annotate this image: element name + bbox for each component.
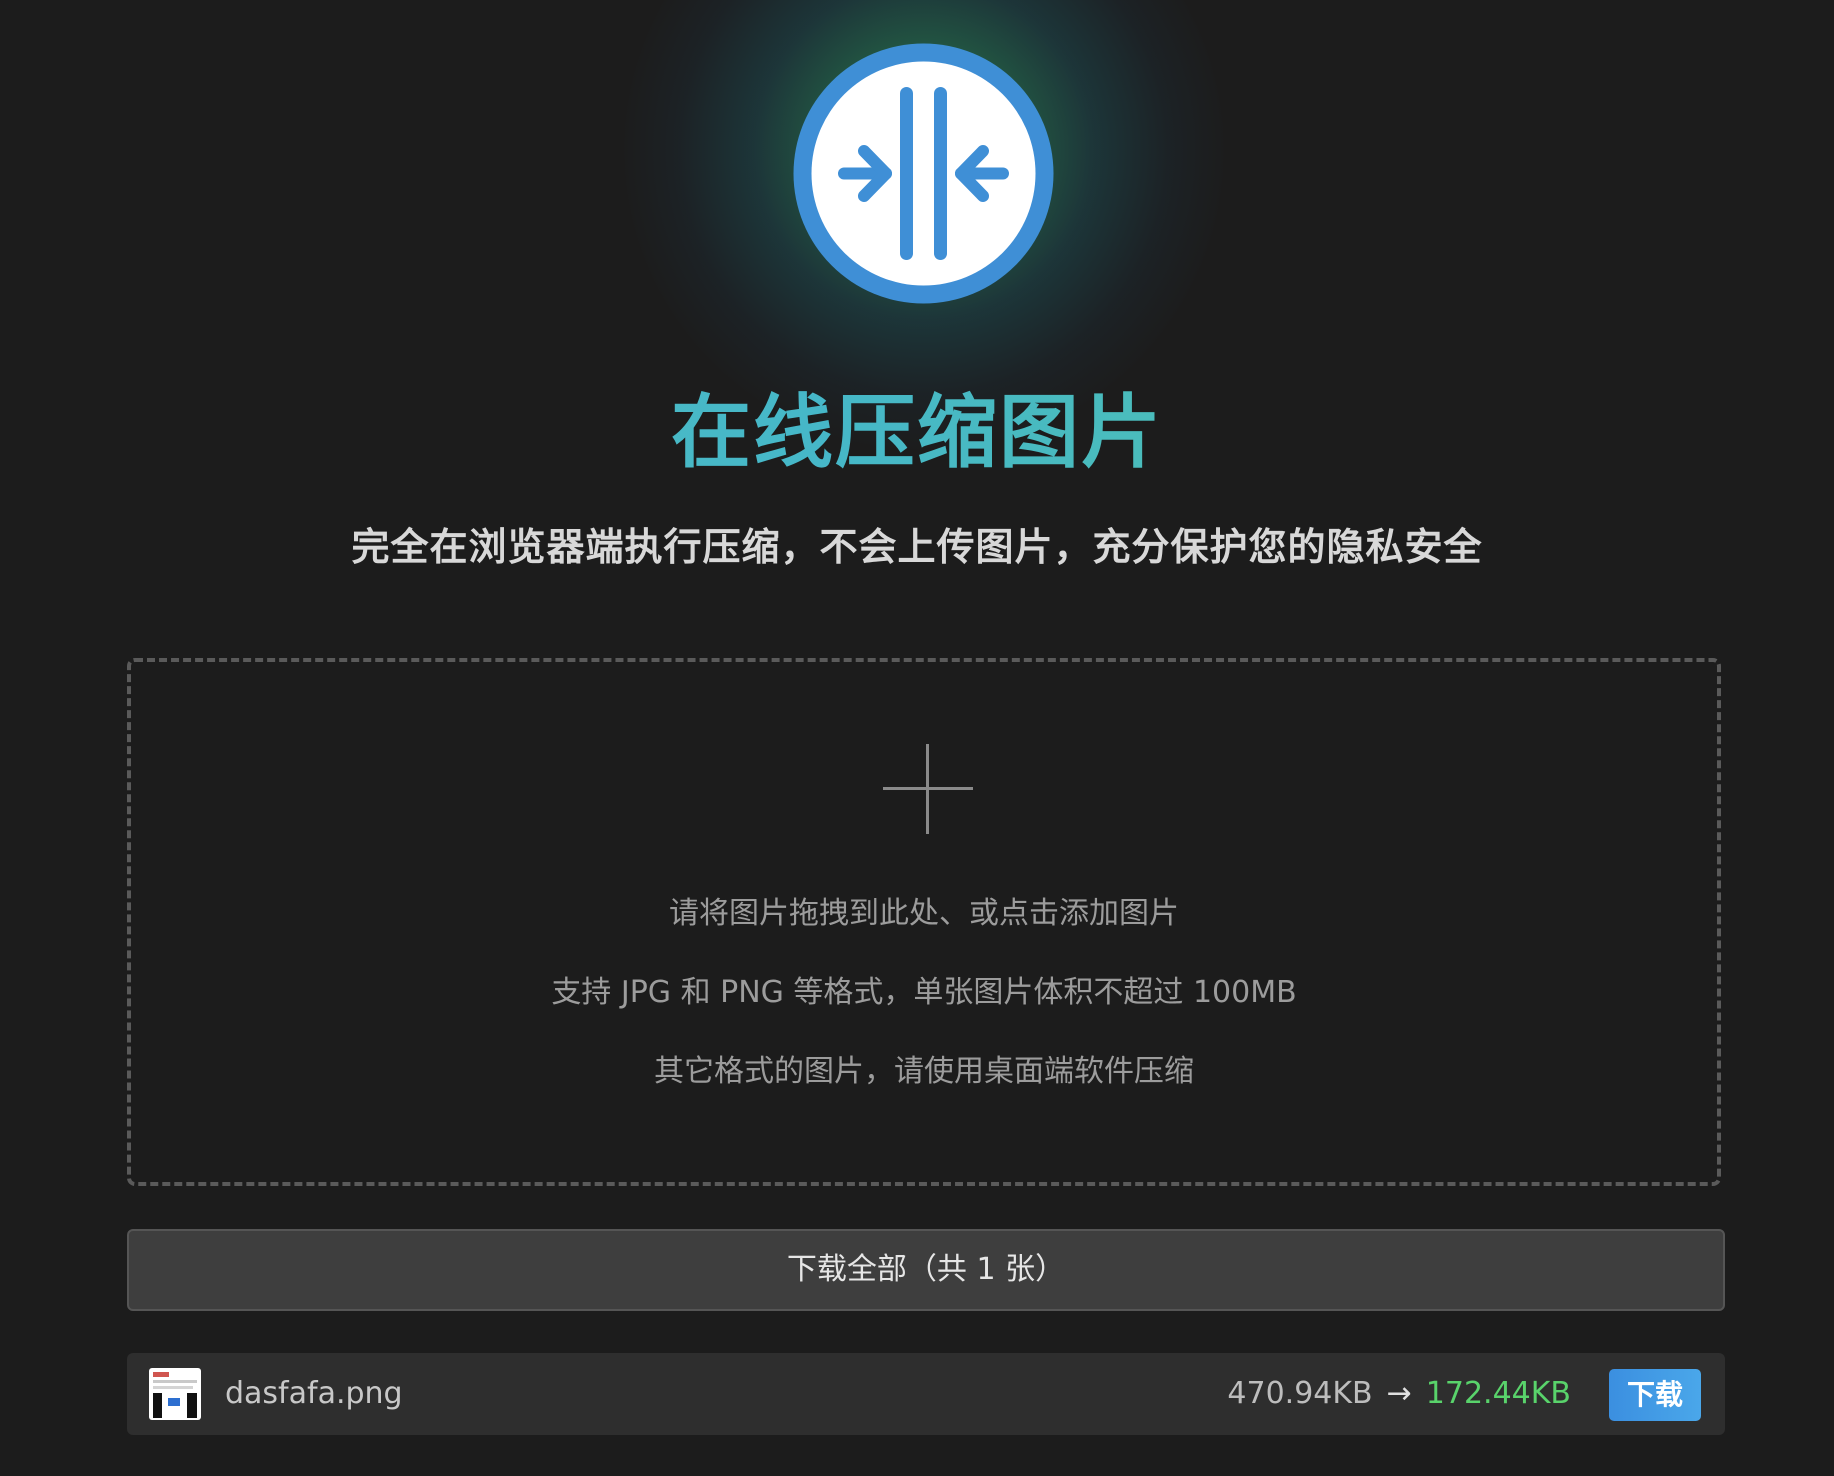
- compressed-size: 172.44KB: [1425, 1376, 1571, 1411]
- page-title: 在线压缩图片: [0, 385, 1834, 481]
- dropzone-format-info: 支持 JPG 和 PNG 等格式，单张图片体积不超过 100MB: [551, 975, 1297, 1010]
- file-list-item: dasfafa.png 470.94KB → 172.44KB 下载: [127, 1353, 1725, 1435]
- plus-icon: [883, 744, 973, 834]
- dropzone-instruction: 请将图片拖拽到此处、或点击添加图片: [669, 896, 1179, 931]
- arrow-right-icon: →: [1386, 1376, 1412, 1411]
- dropzone-other-format-note: 其它格式的图片，请使用桌面端软件压缩: [654, 1054, 1194, 1089]
- download-button[interactable]: 下载: [1609, 1369, 1701, 1421]
- page: 在线压缩图片 完全在浏览器端执行压缩，不会上传图片，充分保护您的隐私安全 请将图…: [0, 0, 1834, 1476]
- file-name: dasfafa.png: [225, 1376, 403, 1411]
- compress-arrows-icon: [793, 43, 1054, 304]
- page-subtitle: 完全在浏览器端执行压缩，不会上传图片，充分保护您的隐私安全: [351, 525, 1483, 569]
- file-size-info: 470.94KB → 172.44KB: [1227, 1353, 1571, 1435]
- file-thumbnail: [149, 1368, 201, 1420]
- upload-dropzone[interactable]: 请将图片拖拽到此处、或点击添加图片 支持 JPG 和 PNG 等格式，单张图片体…: [127, 658, 1721, 1186]
- download-all-button[interactable]: 下载全部（共 1 张）: [127, 1229, 1725, 1311]
- original-size: 470.94KB: [1227, 1376, 1373, 1411]
